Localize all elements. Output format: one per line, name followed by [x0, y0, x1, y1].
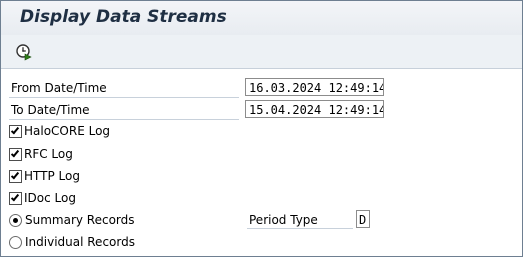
- from-datetime-label-underline: [9, 97, 239, 98]
- idoc-log-checkbox[interactable]: IDoc Log: [9, 190, 76, 206]
- to-datetime-label-underline: [9, 119, 239, 120]
- rfc-log-label: RFC Log: [24, 147, 73, 161]
- summary-records-label: Summary Records: [25, 213, 135, 227]
- from-datetime-field[interactable]: 16.03.2024 12:49:14: [245, 78, 384, 96]
- period-type-label-underline: [247, 228, 353, 229]
- idoc-log-label: IDoc Log: [24, 191, 76, 205]
- check-mark-icon: [10, 170, 20, 179]
- check-mark-icon: [10, 148, 20, 157]
- checkbox-box[interactable]: [9, 169, 22, 183]
- check-mark-icon: [10, 192, 20, 201]
- halocore-log-checkbox[interactable]: HaloCORE Log: [9, 123, 110, 139]
- application-toolbar: [1, 35, 522, 69]
- period-type-field[interactable]: D: [356, 210, 370, 228]
- http-log-label: HTTP Log: [24, 169, 80, 183]
- http-log-checkbox[interactable]: HTTP Log: [9, 168, 80, 184]
- checkbox-box[interactable]: [9, 191, 22, 205]
- window: Display Data Streams From Date/Time 16.0…: [0, 0, 523, 257]
- period-type-label: Period Type: [249, 213, 318, 227]
- to-datetime-field[interactable]: 15.04.2024 12:49:14: [245, 100, 384, 118]
- from-datetime-label: From Date/Time: [11, 81, 107, 95]
- individual-records-radio[interactable]: Individual Records: [9, 234, 135, 250]
- page-title: Display Data Streams: [20, 7, 227, 27]
- title-bar: Display Data Streams: [1, 1, 522, 35]
- rfc-log-checkbox[interactable]: RFC Log: [9, 146, 73, 162]
- radio-circle[interactable]: [9, 213, 22, 227]
- check-mark-icon: [10, 125, 20, 134]
- summary-records-radio[interactable]: Summary Records: [9, 212, 135, 228]
- individual-records-label: Individual Records: [25, 235, 135, 249]
- halocore-log-label: HaloCORE Log: [24, 124, 111, 138]
- execute-clock-icon[interactable]: [15, 43, 33, 61]
- radio-circle[interactable]: [9, 235, 22, 249]
- radio-selected-dot: [13, 217, 18, 223]
- checkbox-box[interactable]: [9, 124, 22, 138]
- checkbox-box[interactable]: [9, 147, 22, 161]
- to-datetime-label: To Date/Time: [11, 103, 90, 117]
